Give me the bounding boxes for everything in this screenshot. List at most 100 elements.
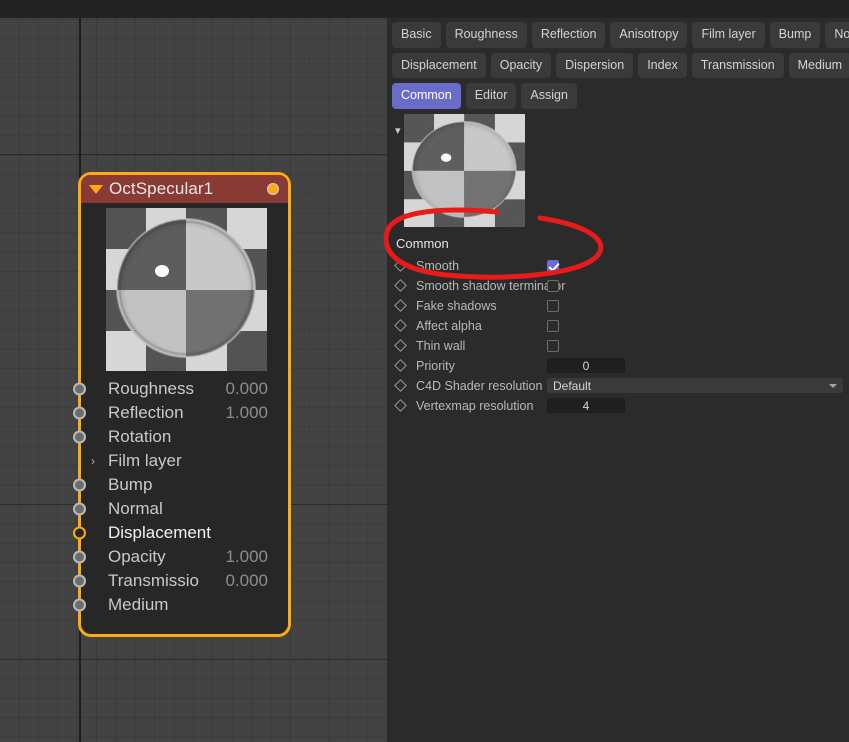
orange-dot-icon[interactable]	[267, 183, 279, 195]
port-reflection[interactable]: Reflection 1.000	[73, 401, 288, 425]
port-label: Opacity	[108, 547, 166, 566]
tab-row-1: Basic Roughness Reflection Anisotropy Fi…	[392, 22, 849, 48]
port-value: 1.000	[225, 547, 268, 566]
fake-shadows-checkbox[interactable]	[547, 299, 559, 312]
row-label: Smooth	[416, 258, 460, 273]
tab-editor[interactable]: Editor	[465, 83, 517, 109]
priority-input[interactable]: 0	[547, 358, 625, 373]
port-normal[interactable]: Normal	[73, 497, 288, 521]
port-label: Transmissio	[108, 571, 199, 590]
chevron-down-icon[interactable]	[829, 383, 837, 388]
c4d-shader-resolution-select[interactable]: Default	[547, 378, 843, 393]
row-label: Affect alpha	[416, 318, 482, 333]
tab-index[interactable]: Index	[638, 52, 687, 78]
property-rows: Smooth Smooth shadow terminator Fake sha…	[387, 256, 849, 416]
port-label: Film layer	[108, 451, 182, 470]
row-smooth-shadow-terminator[interactable]: Smooth shadow terminator	[394, 276, 849, 296]
animate-diamond-icon[interactable]	[394, 339, 407, 352]
tab-medium[interactable]: Medium	[788, 52, 849, 78]
port-label: Roughness	[108, 379, 195, 398]
tab-film-layer[interactable]: Film layer	[692, 22, 765, 48]
row-label: Thin wall	[416, 338, 466, 353]
node-preview-thumbnail	[106, 208, 267, 371]
row-smooth[interactable]: Smooth	[394, 256, 849, 276]
animate-diamond-icon[interactable]	[394, 299, 407, 312]
animate-diamond-icon[interactable]	[394, 359, 407, 372]
tab-anisotropy[interactable]: Anisotropy	[610, 22, 688, 48]
row-priority[interactable]: Priority 0	[394, 356, 849, 376]
animate-diamond-icon[interactable]	[394, 279, 407, 292]
port-label: Reflection	[108, 403, 184, 422]
top-strip	[0, 0, 849, 18]
section-title-common: Common	[396, 235, 449, 251]
affect-alpha-checkbox[interactable]	[547, 319, 559, 332]
tab-basic[interactable]: Basic	[392, 22, 441, 48]
tab-row-3: Common Editor Assign	[392, 83, 844, 109]
vertexmap-resolution-input[interactable]: 4	[547, 398, 625, 413]
animate-diamond-icon[interactable]	[394, 379, 407, 392]
port-displacement[interactable]: Displacement	[73, 521, 288, 545]
port-knob-icon[interactable]	[73, 574, 86, 588]
animate-diamond-icon[interactable]	[394, 319, 407, 332]
row-label: Fake shadows	[416, 298, 497, 313]
tab-transmission[interactable]: Transmission	[691, 52, 784, 78]
properties-panel: Basic Roughness Reflection Anisotropy Fi…	[387, 18, 849, 742]
tab-dispersion[interactable]: Dispersion	[556, 52, 634, 78]
port-rotation[interactable]: Rotation	[73, 425, 288, 449]
select-value: Default	[553, 378, 592, 393]
triangle-down-icon[interactable]	[89, 184, 103, 194]
tab-roughness[interactable]: Roughness	[445, 22, 527, 48]
port-label: Displacement	[108, 523, 211, 542]
animate-diamond-icon[interactable]	[394, 259, 407, 272]
grid-major-line	[0, 659, 387, 660]
animate-diamond-icon[interactable]	[394, 399, 407, 412]
port-opacity[interactable]: Opacity 1.000	[73, 545, 288, 569]
chevron-right-icon[interactable]: ›	[91, 455, 95, 467]
row-thin-wall[interactable]: Thin wall	[394, 336, 849, 356]
port-knob-icon[interactable]	[73, 478, 86, 492]
port-knob-icon[interactable]	[73, 550, 86, 564]
node-header[interactable]: OctSpecular1	[81, 175, 288, 203]
tab-bar: Basic Roughness Reflection Anisotropy Fi…	[387, 18, 849, 109]
port-knob-icon[interactable]	[73, 526, 86, 540]
port-label: Medium	[108, 595, 169, 614]
port-label: Normal	[108, 499, 163, 518]
tab-normal[interactable]: Normal	[825, 22, 849, 48]
port-roughness[interactable]: Roughness 0.000	[73, 377, 288, 401]
tab-displacement[interactable]: Displacement	[392, 52, 486, 78]
port-transmission[interactable]: Transmissio 0.000	[73, 569, 288, 593]
row-label: Priority	[416, 358, 455, 373]
tab-bump[interactable]: Bump	[769, 22, 821, 48]
port-value: 1.000	[225, 403, 268, 422]
port-medium[interactable]: Medium	[73, 593, 288, 617]
row-vertexmap-resolution[interactable]: Vertexmap resolution 4	[394, 396, 849, 416]
app-root: OctSpecular1 Roughness 0.000 Reflection …	[0, 0, 849, 742]
tab-opacity[interactable]: Opacity	[490, 52, 552, 78]
thin-wall-checkbox[interactable]	[547, 339, 559, 352]
port-knob-icon[interactable]	[73, 430, 86, 444]
row-label: C4D Shader resolution	[416, 378, 543, 393]
tab-common[interactable]: Common	[392, 83, 461, 109]
port-knob-icon[interactable]	[73, 598, 86, 612]
smooth-checkbox[interactable]	[547, 259, 559, 272]
node-port-list: Roughness 0.000 Reflection 1.000 Rotatio…	[73, 377, 288, 617]
chevron-down-icon[interactable]: ▾	[395, 125, 401, 137]
port-knob-icon[interactable]	[73, 406, 86, 420]
node-octspecular1[interactable]: OctSpecular1 Roughness 0.000 Reflection …	[73, 172, 291, 637]
row-affect-alpha[interactable]: Affect alpha	[394, 316, 849, 336]
row-label: Vertexmap resolution	[416, 398, 534, 413]
port-value: 0.000	[225, 571, 268, 590]
port-bump[interactable]: Bump	[73, 473, 288, 497]
tab-assign[interactable]: Assign	[521, 83, 577, 109]
row-fake-shadows[interactable]: Fake shadows	[394, 296, 849, 316]
smooth-shadow-terminator-checkbox[interactable]	[547, 279, 559, 292]
tab-reflection[interactable]: Reflection	[531, 22, 606, 48]
tab-row-2: Displacement Opacity Dispersion Index Tr…	[392, 52, 849, 78]
port-knob-icon[interactable]	[73, 502, 86, 516]
material-preview-thumbnail	[404, 113, 525, 227]
port-knob-icon[interactable]	[73, 382, 86, 396]
node-title: OctSpecular1	[109, 179, 214, 198]
port-value: 0.000	[225, 379, 268, 398]
row-c4d-shader-resolution[interactable]: C4D Shader resolution Default	[394, 376, 849, 396]
port-film-layer[interactable]: › Film layer	[81, 449, 288, 473]
